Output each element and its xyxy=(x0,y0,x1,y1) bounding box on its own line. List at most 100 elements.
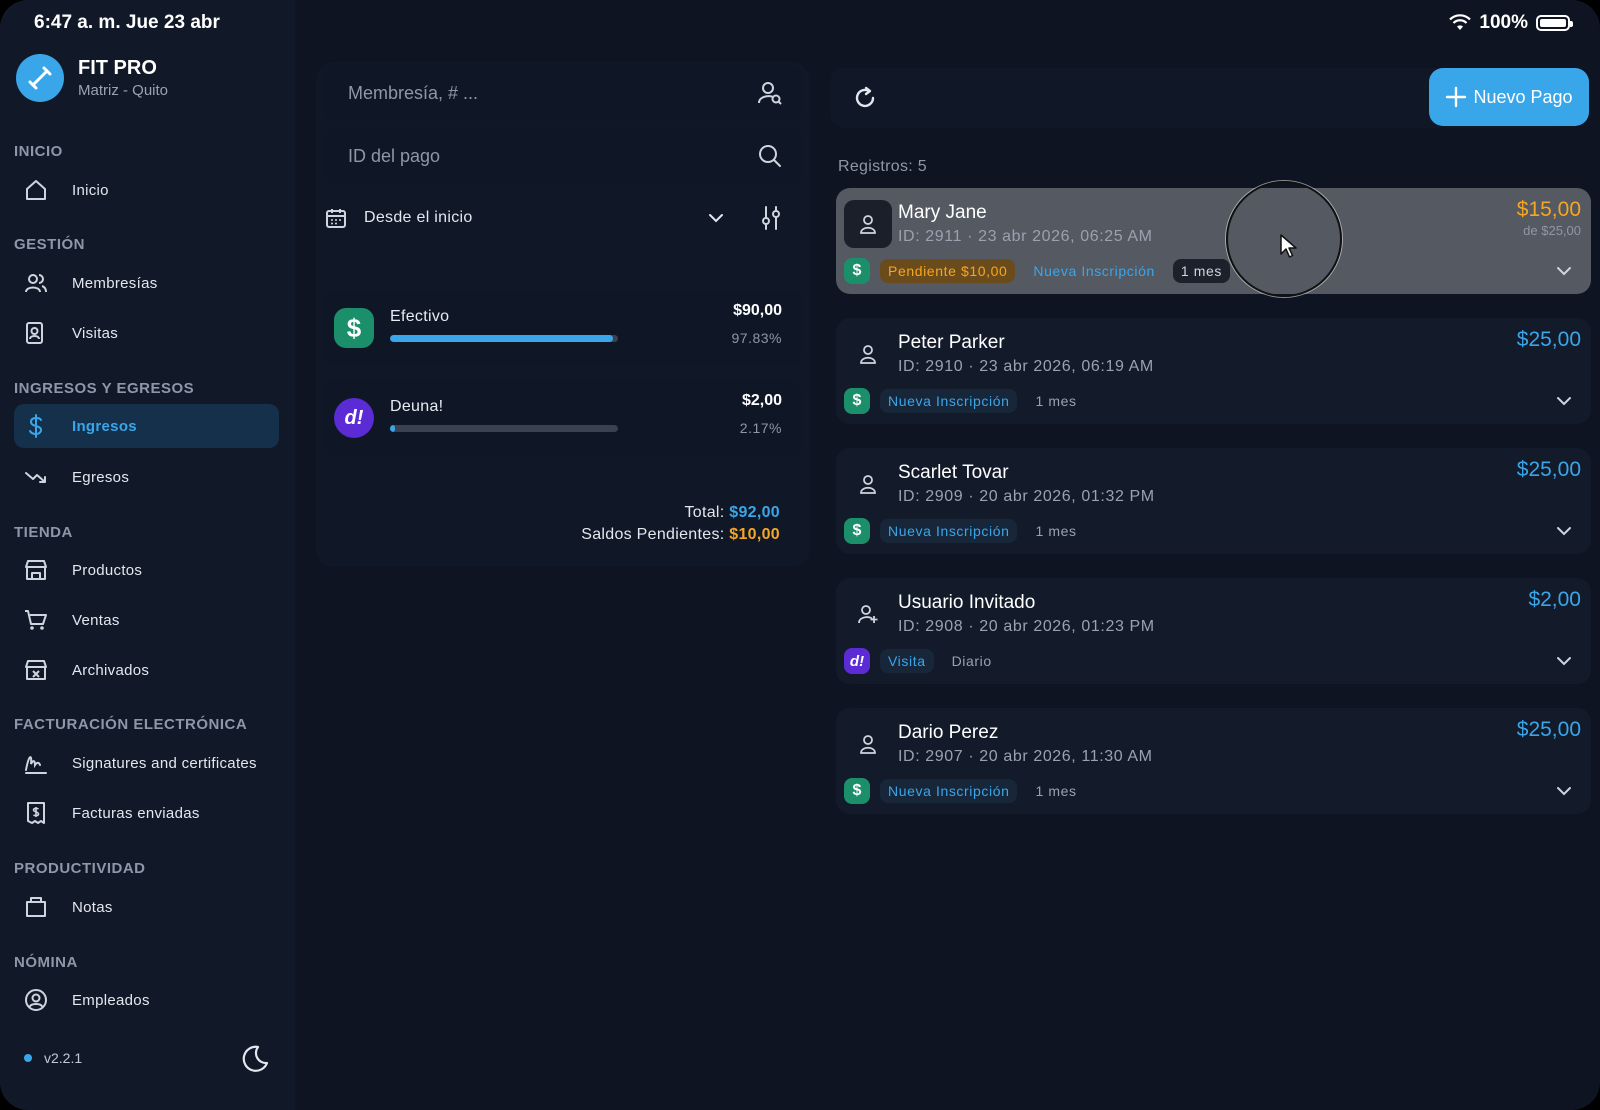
app-version: v2.2.1 xyxy=(24,1050,82,1066)
trend-down-icon xyxy=(22,463,50,491)
period-badge: 1 mes xyxy=(1172,259,1230,283)
sidebar-item-inicio[interactable]: Inicio xyxy=(14,168,279,212)
expand-chevron-icon[interactable] xyxy=(1553,650,1575,672)
sidebar-item-facturas[interactable]: Facturas enviadas xyxy=(14,791,279,835)
sidebar-item-empleados[interactable]: Empleados xyxy=(14,978,279,1022)
cash-dollar-icon: $ xyxy=(844,518,870,544)
sidebar-item-archivados[interactable]: Archivados xyxy=(14,648,279,692)
sidebar-item-label: Notas xyxy=(72,898,113,916)
dumbbell-logo-icon xyxy=(16,54,64,102)
payer-name: Peter Parker xyxy=(898,332,1005,353)
new-payment-button[interactable]: Nuevo Pago xyxy=(1429,68,1589,126)
sidebar-item-productos[interactable]: Productos xyxy=(14,548,279,592)
payment-meta: ID: 2909 · 20 abr 2026, 01:32 PM xyxy=(898,488,1155,505)
section-inicio: INICIO xyxy=(14,143,63,160)
payment-method-deuna[interactable]: d! Deuna! $2,00 2.17% xyxy=(324,380,802,456)
payment-type-badge: Visita xyxy=(880,649,934,673)
payment-card[interactable]: Scarlet Tovar ID: 2909 · 20 abr 2026, 01… xyxy=(836,448,1591,554)
user-avatar-icon xyxy=(844,460,892,508)
payment-type-badge: Nueva Inscripción xyxy=(880,779,1018,803)
payer-name: Mary Jane xyxy=(898,202,987,223)
membership-search[interactable] xyxy=(324,65,802,121)
sidebar-item-label: Signatures and certificates xyxy=(72,754,257,772)
store-icon xyxy=(22,556,50,584)
records-count: Registros: 5 xyxy=(838,158,927,175)
payment-type-badge: Nueva Inscripción xyxy=(880,519,1018,543)
payment-tags: $ Nueva Inscripción 1 mes xyxy=(844,388,1085,414)
sidebar-item-ingresos[interactable]: Ingresos xyxy=(14,404,279,448)
receipt-icon xyxy=(22,799,50,827)
section-facturacion: FACTURACIÓN ELECTRÓNICA xyxy=(14,716,248,733)
status-time: 6:47 a. m. Jue 23 abr xyxy=(34,12,220,33)
payer-name: Dario Perez xyxy=(898,722,999,743)
expand-chevron-icon[interactable] xyxy=(1553,520,1575,542)
refresh-button[interactable] xyxy=(830,68,900,128)
sidebar-item-notas[interactable]: Notas xyxy=(14,885,279,929)
period-badge: 1 mes xyxy=(1035,783,1077,799)
payment-amount: $2,00 xyxy=(1528,588,1581,611)
method-share-fill xyxy=(390,335,614,342)
payment-card[interactable]: Peter Parker ID: 2910 · 23 abr 2026, 06:… xyxy=(836,318,1591,424)
cash-dollar-icon: $ xyxy=(844,258,870,284)
section-productividad: PRODUCTIVIDAD xyxy=(14,860,146,877)
method-share-fill xyxy=(390,425,395,432)
method-percent: 2.17% xyxy=(739,420,782,436)
pending-label: Saldos Pendientes: xyxy=(581,526,725,543)
sidebar-item-label: Archivados xyxy=(72,661,150,679)
brand-branch: Matriz - Quito xyxy=(78,82,169,99)
method-name: Efectivo xyxy=(390,308,450,325)
filter-settings-button[interactable] xyxy=(756,203,786,233)
payment-card[interactable]: Dario Perez ID: 2907 · 20 abr 2026, 11:3… xyxy=(836,708,1591,814)
total-label: Total: xyxy=(684,504,725,521)
payment-tags: d! Visita Diario xyxy=(844,648,1000,674)
expand-chevron-icon[interactable] xyxy=(1553,780,1575,802)
payment-meta: ID: 2907 · 20 abr 2026, 11:30 AM xyxy=(898,748,1153,765)
sidebar-item-label: Ventas xyxy=(72,611,120,629)
sidebar-item-egresos[interactable]: Egresos xyxy=(14,455,279,499)
sidebar-item-label: Facturas enviadas xyxy=(72,804,200,822)
payment-card[interactable]: Usuario Invitado ID: 2908 · 20 abr 2026,… xyxy=(836,578,1591,684)
cart-icon xyxy=(22,606,50,634)
payment-card[interactable]: Mary Jane ID: 2911 · 23 abr 2026, 06:25 … xyxy=(836,188,1591,294)
moon-icon xyxy=(242,1045,269,1072)
brand-name: FIT PRO xyxy=(78,57,157,79)
method-percent: 97.83% xyxy=(731,330,782,346)
payment-type-badge: Nueva Inscripción xyxy=(1033,263,1155,279)
membership-search-input[interactable] xyxy=(348,82,738,104)
search-icon[interactable] xyxy=(756,142,784,170)
expand-chevron-icon[interactable] xyxy=(1553,390,1575,412)
payment-amount: $25,00 xyxy=(1516,458,1581,481)
refresh-icon xyxy=(855,86,875,108)
payment-id-search[interactable] xyxy=(324,128,802,184)
date-range-select[interactable]: Desde el inicio xyxy=(324,190,734,246)
user-avatar-icon xyxy=(844,200,892,248)
payment-method-cash[interactable]: $ Efectivo $90,00 97.83% xyxy=(324,290,802,366)
dark-mode-toggle[interactable] xyxy=(238,1042,272,1076)
section-gestion: GESTIÓN xyxy=(14,236,86,253)
period-badge: 1 mes xyxy=(1035,523,1077,539)
archive-icon xyxy=(22,656,50,684)
notes-icon xyxy=(22,893,50,921)
section-tienda: TIENDA xyxy=(14,524,73,541)
summary-panel: Desde el inicio $ Efectivo $90,00 97.83%… xyxy=(316,62,810,567)
totals-summary: Total: $92,00 Saldos Pendientes: $10,00 xyxy=(581,502,780,546)
payer-name: Usuario Invitado xyxy=(898,592,1036,613)
user-search-icon[interactable] xyxy=(756,79,784,107)
sidebar-item-membresias[interactable]: Membresías xyxy=(14,261,279,305)
payer-name: Scarlet Tovar xyxy=(898,462,1009,483)
battery-icon xyxy=(1536,15,1573,31)
payment-tags: $ Nueva Inscripción 1 mes xyxy=(844,778,1085,804)
sidebar-item-label: Productos xyxy=(72,561,143,579)
payment-id-input[interactable] xyxy=(348,145,738,167)
sidebar-item-visitas[interactable]: Visitas xyxy=(14,311,279,355)
home-icon xyxy=(22,176,50,204)
expand-chevron-icon[interactable] xyxy=(1553,260,1575,282)
sidebar-item-ventas[interactable]: Ventas xyxy=(14,598,279,642)
method-amount: $90,00 xyxy=(733,302,782,319)
payment-type-badge: Nueva Inscripción xyxy=(880,389,1018,413)
sidebar-item-label: Inicio xyxy=(72,181,109,199)
section-ingresos-egresos: INGRESOS Y EGRESOS xyxy=(14,380,195,397)
app-screen: 6:47 a. m. Jue 23 abr 100% FIT PRO Matri… xyxy=(0,0,1600,1110)
date-range-label: Desde el inicio xyxy=(364,209,473,226)
sidebar-item-signatures[interactable]: Signatures and certificates xyxy=(14,741,279,785)
